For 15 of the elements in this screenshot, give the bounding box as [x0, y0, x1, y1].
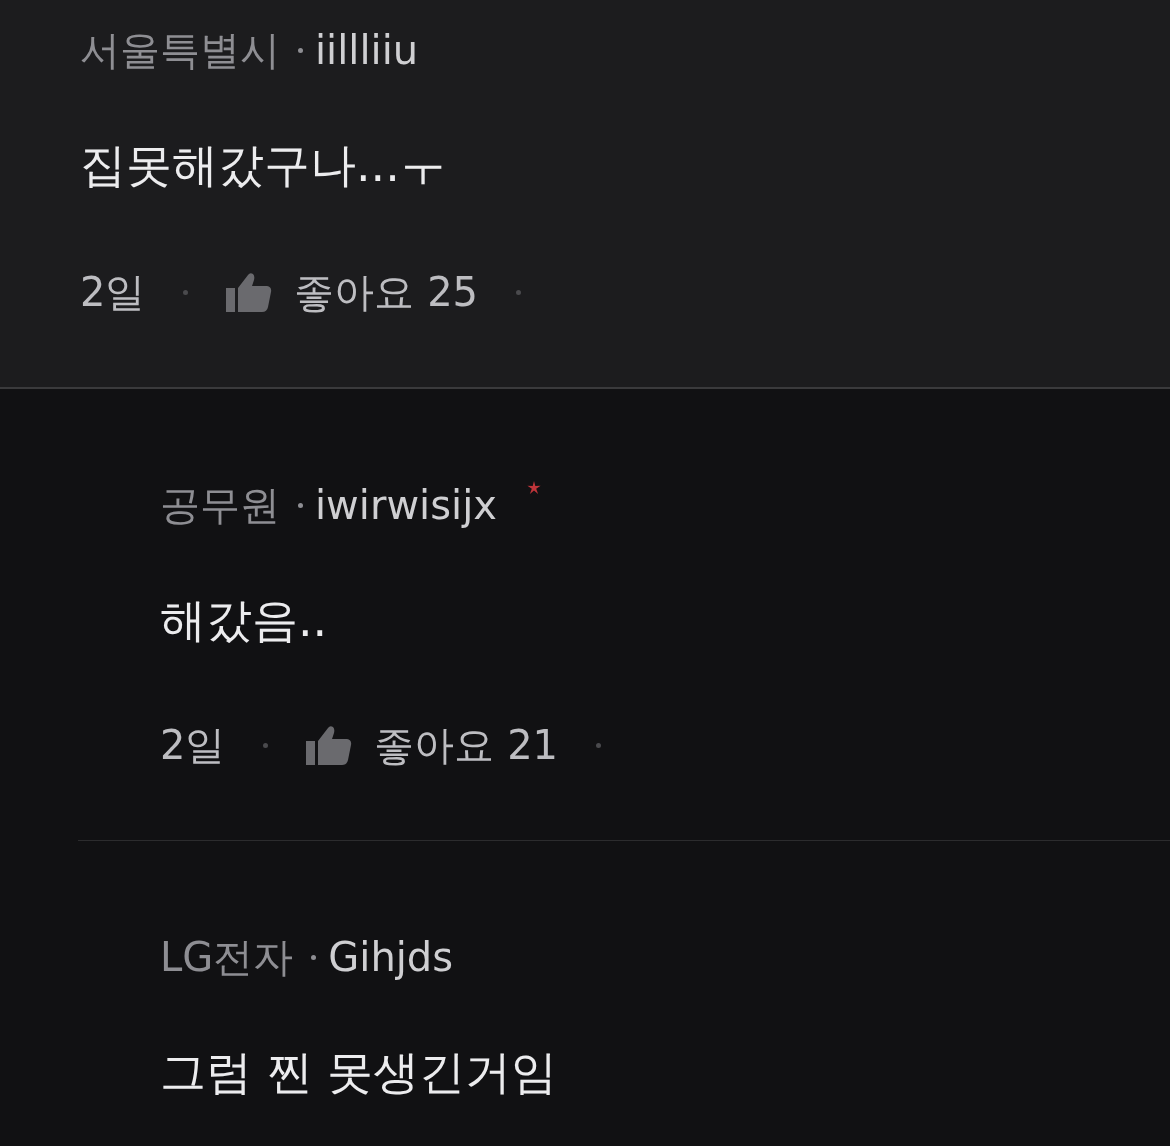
company-name: LG전자 — [160, 932, 294, 982]
comment-text: 그럼 찐 못생긴거임 — [160, 1044, 559, 1101]
thumbs-up-icon — [226, 272, 273, 312]
nickname: iwirwisijx — [315, 482, 497, 528]
nickname: Gihjds — [328, 934, 454, 980]
thumbs-up-icon — [306, 725, 353, 765]
company-name: 공무원 — [160, 480, 280, 530]
comment-time: 2일 — [160, 720, 226, 770]
nickname: iillliiu — [315, 27, 419, 73]
like-button[interactable]: 좋아요 25 — [226, 264, 479, 320]
comment-text: 집못해갔구나...ㅜ — [80, 137, 447, 194]
comment-time: 2일 — [80, 267, 146, 317]
company-name: 서울특별시 — [80, 25, 280, 75]
like-button[interactable]: 좋아요 21 — [306, 717, 559, 773]
comment-text: 해갔음.. — [160, 592, 329, 649]
